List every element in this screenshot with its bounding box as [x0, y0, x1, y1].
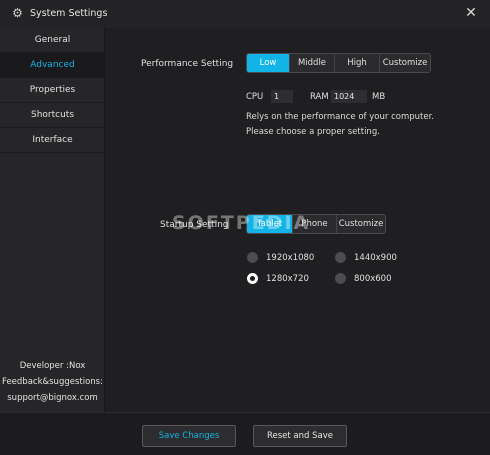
sidebar-item-general[interactable]: General [0, 28, 105, 53]
sidebar-item-shortcuts[interactable]: Shortcuts [0, 103, 105, 128]
ram-unit: MB [372, 92, 386, 102]
resolution-label-1440x900: 1440x900 [354, 253, 397, 263]
feedback-text: Feedback&suggestions: [2, 377, 103, 387]
description-line-2: Please choose a proper setting. [246, 127, 380, 137]
sidebar-item-interface[interactable]: Interface [0, 128, 105, 153]
save-changes-button[interactable]: Save Changes [142, 425, 236, 447]
sidebar-item-advanced[interactable]: Advanced [0, 53, 105, 78]
developer-text: Developer :Nox [19, 361, 86, 371]
footer-bar: Save Changes Reset and Save [0, 412, 490, 455]
resolution-radio-1280x720[interactable] [247, 273, 258, 284]
close-icon[interactable]: ✕ [464, 6, 478, 20]
softpedia-watermark: SOFTPEDIA [172, 212, 311, 234]
resolution-label-1280x720: 1280x720 [266, 274, 309, 284]
resolution-label-1920x1080: 1920x1080 [266, 253, 315, 263]
cpu-field[interactable]: 1 [271, 90, 293, 103]
advanced-panel: Performance Setting Low Middle High Cust… [106, 28, 490, 412]
performance-option-low[interactable]: Low [247, 54, 290, 72]
resolution-radio-800x600[interactable] [335, 273, 346, 284]
resolution-label-800x600: 800x600 [354, 274, 392, 284]
sidebar-item-properties[interactable]: Properties [0, 78, 105, 103]
performance-setting-label: Performance Setting [141, 59, 234, 69]
gear-icon: ⚙ [12, 6, 23, 20]
support-email: support@bignox.com [7, 393, 98, 403]
cpu-label: CPU [246, 92, 264, 102]
resolution-radio-1440x900[interactable] [335, 252, 346, 263]
performance-description: Relys on the performance of your compute… [246, 110, 434, 140]
ram-label: RAM [310, 92, 329, 102]
resolution-radio-1920x1080[interactable] [247, 252, 258, 263]
performance-option-high[interactable]: High [335, 54, 380, 72]
window-title: System Settings [30, 8, 108, 19]
ram-field[interactable]: 1024 [331, 90, 367, 103]
performance-option-middle[interactable]: Middle [290, 54, 335, 72]
developer-info: Developer :Nox Feedback&suggestions: sup… [0, 358, 105, 406]
sidebar: General Advanced Properties Shortcuts In… [0, 28, 105, 412]
description-line-1: Relys on the performance of your compute… [246, 112, 434, 122]
title-bar: ⚙ System Settings ✕ [0, 0, 490, 28]
startup-option-customize[interactable]: Customize [337, 215, 385, 233]
performance-segmented-control: Low Middle High Customize [246, 53, 431, 73]
performance-option-customize[interactable]: Customize [380, 54, 430, 72]
reset-and-save-button[interactable]: Reset and Save [253, 425, 347, 447]
